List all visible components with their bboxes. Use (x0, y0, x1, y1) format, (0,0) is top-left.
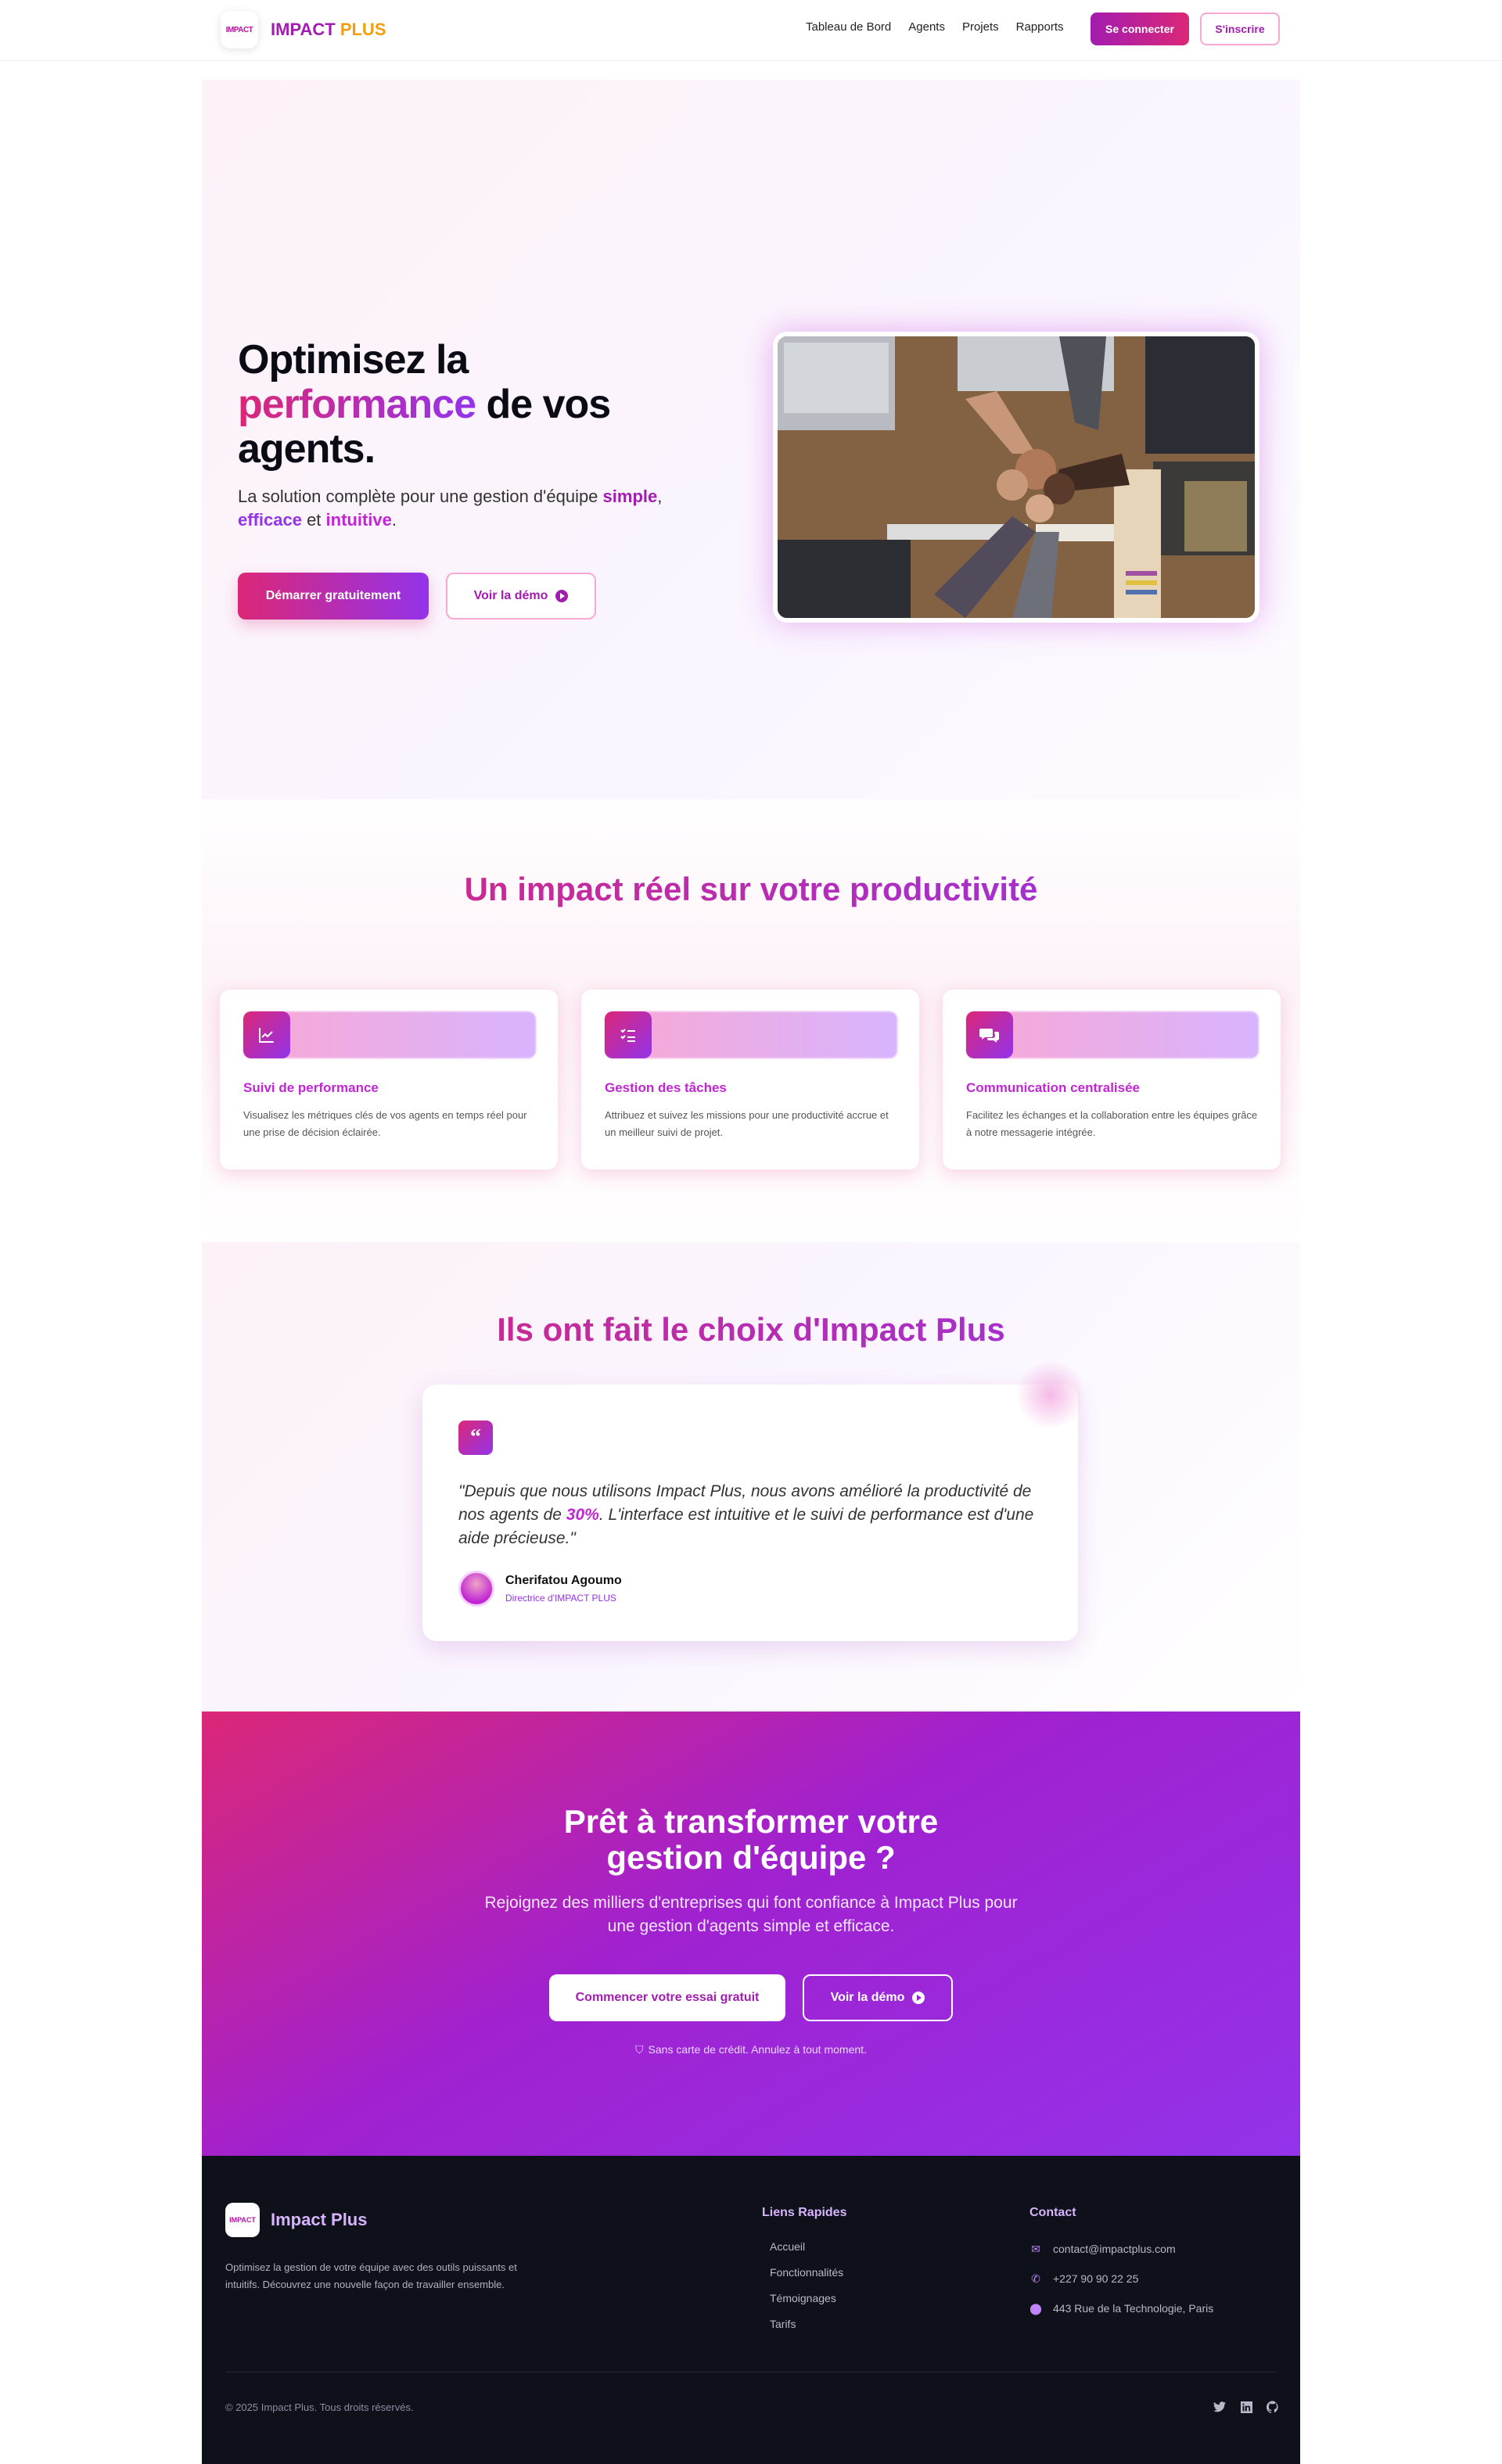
cta-section: Prêt à transformer votre gestion d'équipe… (202, 1712, 1300, 2156)
card-description: Attribuez et suivez les missions pour un… (605, 1109, 889, 1138)
nav-link-projects[interactable]: Projets (962, 20, 999, 34)
brand-name: IMPACT PLUS (271, 20, 386, 39)
footer-links: Accueil Fonctionnalités Témoignages Tari… (770, 2240, 843, 2344)
github-icon[interactable] (1264, 2398, 1281, 2416)
shield-icon: ⛉ (635, 2043, 644, 2056)
card-description: Visualisez les métriques clés de vos age… (243, 1109, 527, 1138)
brand[interactable]: IMPACT IMPACT PLUS (221, 11, 386, 48)
footer: IMPACT Impact Plus Optimisez la gestion … (202, 2156, 1300, 2464)
decorative-blob (1015, 1360, 1086, 1430)
footer-link-testimonials[interactable]: Témoignages (770, 2292, 843, 2318)
login-button[interactable]: Se connecter (1091, 13, 1189, 45)
contact-email[interactable]: ✉ contact@impactplus.com (1029, 2234, 1213, 2264)
footer-link-pricing[interactable]: Tarifs (770, 2318, 843, 2344)
demo-button[interactable]: Voir la démo (446, 573, 596, 620)
start-free-button[interactable]: Démarrer gratuitement (238, 573, 429, 620)
quote-icon: “ (458, 1421, 493, 1455)
hero-subtitle: La solution complète pour une gestion d'… (238, 487, 663, 530)
features-section: Un impact réel sur votre productivité Su… (202, 799, 1300, 1242)
map-pin-icon: ⬤ (1029, 2301, 1042, 2315)
testimonial-section: Ils ont fait le choix d'Impact Plus “ "D… (202, 1242, 1300, 1712)
cta-demo-label: Voir la démo (830, 1991, 905, 2004)
team-fist-bump-photo (778, 336, 1255, 618)
testimonial-card: “ "Depuis que nous utilisons Impact Plus… (422, 1385, 1078, 1641)
nav-link-dashboard[interactable]: Tableau de Bord (806, 20, 891, 34)
feature-card-communication: Communication centralisée Facilitez les … (942, 989, 1281, 1170)
features-title: Un impact réel sur votre productivité (202, 871, 1300, 907)
testimonial-title: Ils ont fait le choix d'Impact Plus (202, 1311, 1300, 1349)
feature-card-performance: Suivi de performance Visualisez les métr… (219, 989, 559, 1170)
cta-subtitle: Rejoignez des milliers d'entreprises qui… (484, 1894, 1018, 1935)
nav-links: Tableau de Bord Agents Projets Rapports (806, 20, 1064, 34)
social-links (1211, 2398, 1281, 2416)
hero-title: Optimisez la performance de vos agents. (238, 337, 611, 472)
cta-note: ⛉ Sans carte de crédit. Annulez à tout mo… (635, 2043, 867, 2056)
cta-title: Prêt à transformer votre gestion d'équipe… (563, 1803, 939, 1876)
footer-brand[interactable]: IMPACT Impact Plus (225, 2203, 367, 2237)
hero-section: Optimisez la performance de vos agents. L… (202, 80, 1300, 799)
demo-button-label: Voir la démo (473, 589, 548, 602)
task-list-icon (605, 1011, 652, 1058)
linkedin-icon[interactable] (1238, 2398, 1255, 2416)
avatar (458, 1571, 494, 1607)
testimonial-quote: "Depuis que nous utilisons Impact Plus, … (458, 1482, 1034, 1547)
chat-bubbles-icon (966, 1011, 1013, 1058)
contact-address: ⬤ 443 Rue de la Technologie, Paris (1029, 2301, 1214, 2315)
signup-button[interactable]: S'inscrire (1200, 13, 1280, 45)
copyright: © 2025 Impact Plus. Tous droits réservés… (225, 2401, 414, 2413)
footer-link-home[interactable]: Accueil (770, 2240, 843, 2266)
footer-brand-name: Impact Plus (271, 2210, 368, 2229)
phone-icon: ✆ (1031, 2272, 1040, 2285)
footer-contact-heading: Contact (1029, 2206, 1076, 2219)
author-name: Cherifatou Agoumo (505, 1574, 622, 1587)
footer-logo: IMPACT (225, 2203, 260, 2237)
play-circle-icon (555, 590, 569, 602)
play-circle-icon (912, 1992, 925, 2004)
top-navbar: IMPACT IMPACT PLUS Tableau de Bord Agent… (0, 0, 1502, 61)
footer-description: Optimisez la gestion de votre équipe ave… (225, 2261, 517, 2290)
footer-link-features[interactable]: Fonctionnalités (770, 2266, 843, 2292)
nav-link-agents[interactable]: Agents (908, 20, 945, 34)
card-title: Communication centralisée (966, 1080, 1141, 1095)
card-description: Facilitez les échanges et la collaborati… (966, 1109, 1258, 1138)
hero-image-frame (773, 332, 1259, 623)
nav-link-reports[interactable]: Rapports (1016, 20, 1064, 34)
footer-links-heading: Liens Rapides (762, 2206, 847, 2219)
cta-demo-button[interactable]: Voir la démo (803, 1974, 953, 2021)
card-title: Suivi de performance (243, 1080, 379, 1095)
brand-logo: IMPACT (221, 11, 258, 48)
envelope-icon: ✉ (1031, 2242, 1040, 2255)
footer-contact: ✉ contact@impactplus.com ✆ +227 90 90 22 2… (1029, 2234, 1213, 2323)
contact-phone[interactable]: ✆ +227 90 90 22 25 (1029, 2264, 1213, 2293)
twitter-icon[interactable] (1211, 2398, 1228, 2416)
start-trial-button[interactable]: Commencer votre essai gratuit (549, 1974, 785, 2021)
chart-line-icon (243, 1011, 290, 1058)
feature-card-tasks: Gestion des tâches Attribuez et suivez l… (580, 989, 920, 1170)
card-title: Gestion des tâches (605, 1080, 727, 1095)
author-role: Directrice d'IMPACT PLUS (505, 1593, 616, 1604)
